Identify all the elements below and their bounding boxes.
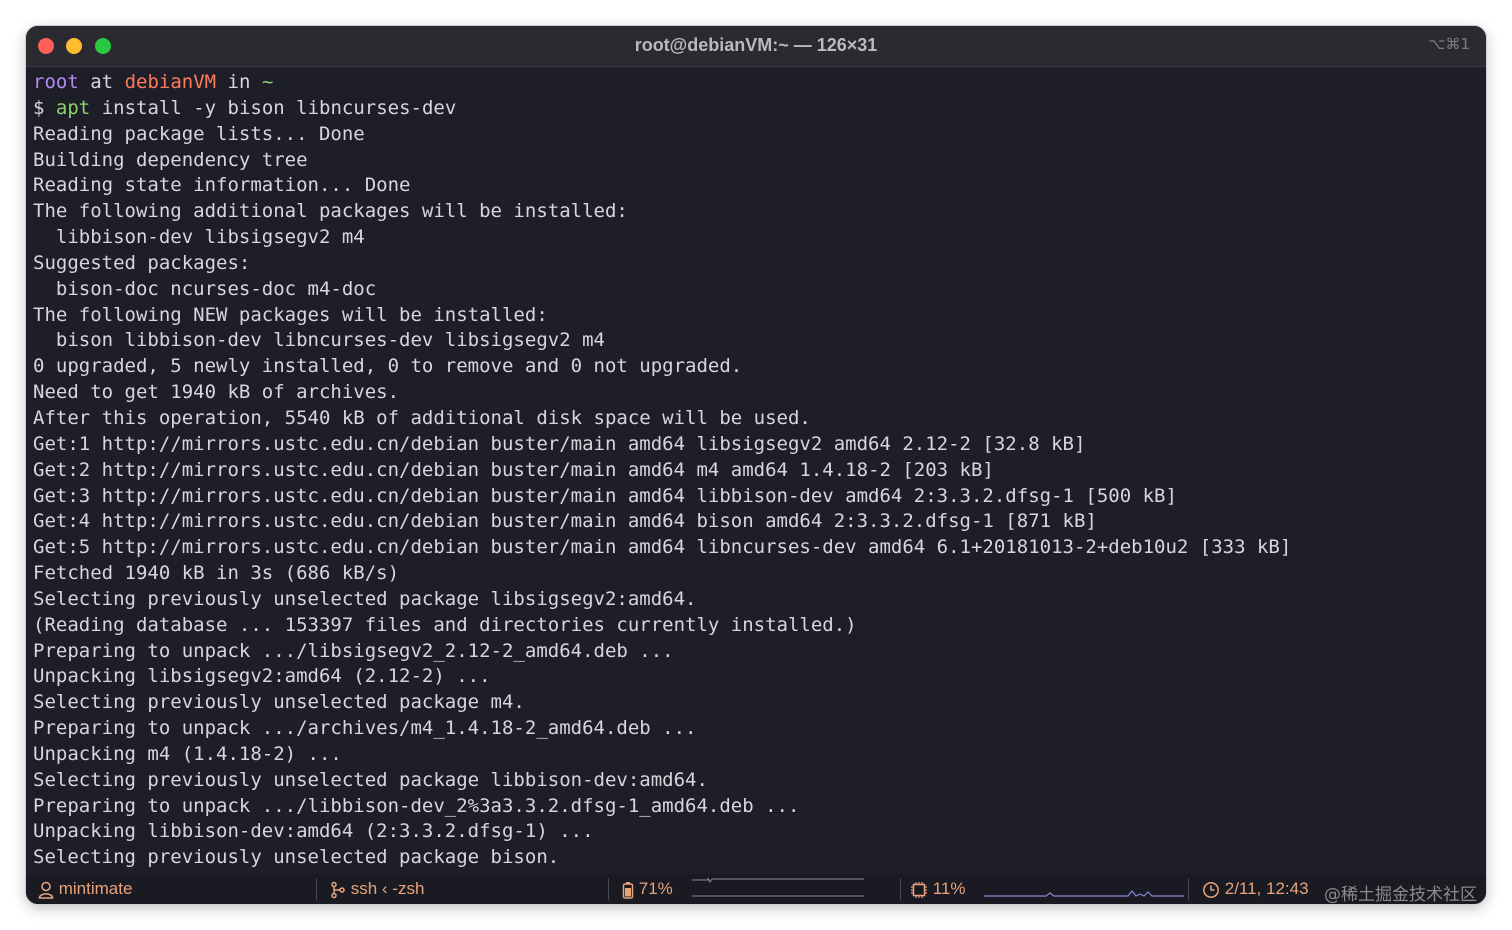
output-line: Unpacking m4 (1.4.18-2) ... [33,742,342,765]
branch-icon [331,881,345,898]
output-line: libbison-dev libsigsegv2 m4 [33,226,365,249]
prompt-symbol: $ [33,96,45,119]
battery-sparkline [692,877,864,897]
prompt-host: debianVM [124,71,217,93]
status-battery: 71% [622,874,673,904]
prompt-line: root at debianVM in ~ [33,70,1486,96]
output-line: Get:5 http://mirrors.ustc.edu.cn/debian … [33,536,1292,559]
output-line: After this operation, 5540 kB of additio… [33,406,811,429]
output-line: Selecting previously unselected package … [33,587,697,610]
cpu-sparkline [984,890,1184,897]
output-line: Unpacking libsigsegv2:amd64 (2.12-2) ... [33,665,491,688]
output-line: Get:3 http://mirrors.ustc.edu.cn/debian … [33,484,1177,507]
status-bar: mintimate ssh ‹ -zsh 71% 11% 2/11, 12:43 [26,874,1486,904]
output-line: Selecting previously unselected package … [33,691,525,714]
output-line: Selecting previously unselected package … [33,846,560,869]
command-line: $ apt install -y bison libncurses-dev [33,96,1486,122]
output-line: Building dependency tree [33,148,308,171]
output-line: The following additional packages will b… [33,200,628,223]
command-name: apt [55,96,91,119]
cpu-icon [911,881,927,898]
terminal-window[interactable]: root@debianVM:~ — 126×31 ⌥⌘1 root at deb… [26,26,1486,904]
prompt-path: ~ [261,71,274,93]
clock-icon [1203,881,1219,898]
status-process: ssh ‹ -zsh [330,874,424,904]
user-icon [38,881,54,899]
prompt-in: in [227,71,251,93]
output-line: Suggested packages: [33,251,251,274]
output-line: Get:1 http://mirrors.ustc.edu.cn/debian … [33,432,1086,455]
window-shortcut: ⌥⌘1 [1428,35,1470,53]
battery-icon [622,881,634,899]
status-divider [1188,878,1189,900]
output-line: bison-doc ncurses-doc m4-doc [33,277,377,300]
command-output: Reading package lists... Done Building de… [33,122,1486,871]
output-line: Preparing to unpack .../archives/m4_1.4.… [33,717,697,740]
status-user-label: mintimate [58,879,133,898]
status-datetime-label: 2/11, 12:43 [1224,879,1309,898]
output-line: Get:2 http://mirrors.ustc.edu.cn/debian … [33,458,994,481]
prompt-user: root [33,71,79,93]
status-process-label: ssh ‹ -zsh [350,879,425,898]
status-user: mintimate [38,874,132,904]
window-title: root@debianVM:~ — 126×31 [634,35,878,55]
terminal-output[interactable]: root at debianVM in ~ $ apt install -y b… [33,70,1486,871]
command-args: install -y bison libncurses-dev [101,96,457,119]
watermark: @稀土掘金技术社区 [1324,885,1477,905]
output-line: Preparing to unpack .../libsigsegv2_2.12… [33,639,674,662]
status-divider [608,878,609,900]
output-line: Need to get 1940 kB of archives. [33,381,400,404]
output-line: bison libbison-dev libncurses-dev libsig… [33,329,605,352]
output-line: Reading state information... Done [33,174,411,197]
output-line: Get:4 http://mirrors.ustc.edu.cn/debian … [33,510,1097,533]
status-divider [900,878,901,900]
status-battery-label: 71% [638,879,673,898]
output-line: Fetched 1940 kB in 3s (686 kB/s) [33,562,400,585]
status-cpu-label: 11% [932,879,966,898]
output-line: (Reading database ... 153397 files and d… [33,613,857,636]
output-line: The following NEW packages will be insta… [33,303,548,326]
status-cpu: 11% [910,874,966,904]
status-datetime: 2/11, 12:43 [1202,874,1309,904]
output-line: Preparing to unpack .../libbison-dev_2%3… [33,794,800,817]
output-line: 0 upgraded, 5 newly installed, 0 to remo… [33,355,743,378]
output-line: Reading package lists... Done [33,122,365,145]
output-line: Unpacking libbison-dev:amd64 (2:3.3.2.df… [33,820,594,843]
status-divider [316,878,317,900]
title-bar[interactable]: root@debianVM:~ — 126×31 ⌥⌘1 [26,26,1486,67]
output-line: Selecting previously unselected package … [33,768,708,791]
prompt-at: at [90,71,114,93]
